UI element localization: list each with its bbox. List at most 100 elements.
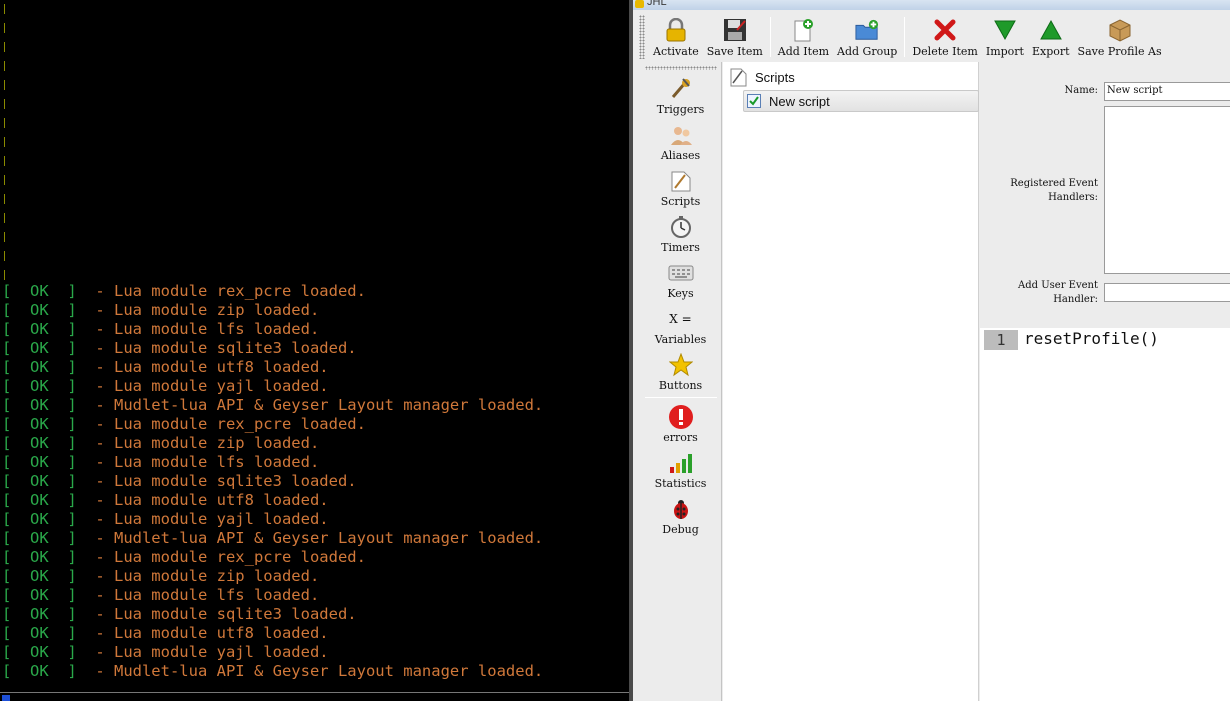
script-name-field[interactable]: New script	[1104, 82, 1230, 101]
save-item-button[interactable]: Save Item	[703, 12, 767, 62]
console-line: [ OK ] - Lua module utf8 loaded.	[2, 491, 543, 510]
ok-status: [ OK ]	[2, 472, 77, 490]
gutter-mark	[4, 137, 5, 147]
console-message: - Lua module rex_pcre loaded.	[76, 548, 366, 566]
sidebar-item-scripts[interactable]: Scripts	[639, 168, 722, 214]
console-line: [ OK ] - Lua module utf8 loaded.	[2, 624, 543, 643]
sidebar-item-buttons[interactable]: Buttons	[639, 352, 722, 398]
console-line: [ OK ] - Lua module yajl loaded.	[2, 510, 543, 529]
sidebar-grip[interactable]	[645, 66, 717, 70]
toolbar-separator	[904, 17, 906, 57]
script-properties: Name: New script Registered Event Handle…	[980, 62, 1230, 328]
ok-status: [ OK ]	[2, 491, 77, 509]
toolbar-grip[interactable]	[639, 15, 645, 59]
import-button[interactable]: Import	[982, 12, 1028, 62]
app-icon	[635, 0, 644, 8]
ok-status: [ OK ]	[2, 567, 77, 585]
sidebar-item-keys[interactable]: Keys	[639, 260, 722, 306]
console-message: - Lua module utf8 loaded.	[76, 624, 329, 642]
script-tree[interactable]: Scripts New script	[723, 62, 979, 701]
gutter-mark	[4, 251, 5, 261]
variables-icon: X =	[669, 312, 692, 326]
editor-toolbar: Activate Save Item Add Item Add Group De…	[639, 12, 1230, 62]
scripts-icon	[729, 67, 749, 87]
console-message: - Lua module sqlite3 loaded.	[76, 472, 357, 490]
sidebar-item-aliases[interactable]: Aliases	[639, 122, 722, 168]
ok-status: [ OK ]	[2, 339, 77, 357]
ok-status: [ OK ]	[2, 586, 77, 604]
console-line: [ OK ] - Lua module zip loaded.	[2, 567, 543, 586]
ok-status: [ OK ]	[2, 643, 77, 661]
error-icon	[668, 404, 694, 430]
gutter-mark	[4, 4, 5, 14]
tree-root-scripts[interactable]: Scripts	[729, 66, 795, 88]
ok-status: [ OK ]	[2, 662, 77, 680]
aliases-icon	[668, 122, 694, 148]
lock-icon	[664, 18, 688, 42]
script-editor-window: JHL Activate Save Item Add Item Add Grou…	[629, 0, 1230, 701]
add-group-button[interactable]: Add Group	[833, 12, 901, 62]
sidebar-separator	[645, 397, 717, 398]
console-message: - Lua module lfs loaded.	[76, 453, 320, 471]
tree-root-label: Scripts	[755, 69, 795, 85]
sidebar-item-debug[interactable]: Debug	[639, 496, 722, 542]
ok-status: [ OK ]	[2, 301, 77, 319]
console-line: [ OK ] - Lua module zip loaded.	[2, 434, 543, 453]
sidebar-item-triggers[interactable]: Triggers	[639, 76, 722, 122]
gutter-mark	[4, 80, 5, 90]
console-output: [ OK ] - Lua module rex_pcre loaded.[ OK…	[2, 282, 543, 681]
star-icon	[668, 352, 694, 378]
down-arrow-icon	[993, 18, 1017, 42]
delete-item-button[interactable]: Delete Item	[908, 12, 982, 62]
export-button[interactable]: Export	[1028, 12, 1074, 62]
console-line: [ OK ] - Lua module sqlite3 loaded.	[2, 472, 543, 491]
gutter-mark	[4, 156, 5, 166]
console-gutter	[0, 0, 8, 285]
keyboard-icon	[668, 260, 694, 286]
ok-status: [ OK ]	[2, 320, 77, 338]
sidebar-item-variables[interactable]: X = Variables	[639, 306, 722, 352]
add-handler-input[interactable]	[1104, 283, 1230, 302]
console-message: - Lua module rex_pcre loaded.	[76, 282, 366, 300]
tree-item-new-script[interactable]: New script	[743, 90, 979, 112]
mud-console[interactable]: [ OK ] - Lua module rex_pcre loaded.[ OK…	[0, 0, 629, 701]
activate-button[interactable]: Activate	[649, 12, 703, 62]
gutter-mark	[4, 118, 5, 128]
command-line-input[interactable]	[0, 692, 629, 701]
console-line: [ OK ] - Lua module yajl loaded.	[2, 643, 543, 662]
gutter-mark	[4, 213, 5, 223]
clock-icon	[668, 214, 694, 240]
sidebar-item-statistics[interactable]: Statistics	[639, 450, 722, 496]
ok-status: [ OK ]	[2, 396, 77, 414]
sidebar-item-errors[interactable]: errors	[639, 404, 722, 450]
name-label: Name:	[1064, 85, 1098, 96]
package-icon	[1108, 18, 1132, 42]
up-arrow-icon	[1039, 18, 1063, 42]
gutter-mark	[4, 42, 5, 52]
floppy-disk-icon	[723, 18, 747, 42]
ok-status: [ OK ]	[2, 453, 77, 471]
console-message: - Lua module yajl loaded.	[76, 377, 329, 395]
sidebar-item-timers[interactable]: Timers	[639, 214, 722, 260]
gutter-mark	[4, 270, 5, 280]
category-sidebar: Triggers Aliases Scripts Timers Keys X =…	[639, 62, 722, 701]
console-message: - Lua module zip loaded.	[76, 301, 320, 319]
window-title: JHL	[647, 0, 667, 8]
ok-status: [ OK ]	[2, 624, 77, 642]
code-editor[interactable]: 1 resetProfile()	[980, 328, 1230, 701]
ok-status: [ OK ]	[2, 358, 77, 376]
input-cursor	[2, 695, 10, 701]
window-titlebar[interactable]: JHL	[633, 0, 1230, 10]
registered-handlers-list[interactable]	[1104, 106, 1230, 274]
add-item-button[interactable]: Add Item	[774, 12, 833, 62]
add-folder-icon	[855, 18, 879, 42]
add-item-icon	[791, 18, 815, 42]
save-profile-as-button[interactable]: Save Profile As	[1074, 12, 1166, 62]
item-active-checkbox[interactable]	[747, 94, 761, 108]
code-line[interactable]: resetProfile()	[1024, 329, 1159, 349]
console-message: - Lua module yajl loaded.	[76, 643, 329, 661]
ok-status: [ OK ]	[2, 282, 77, 300]
console-message: - Lua module lfs loaded.	[76, 320, 320, 338]
gutter-mark	[4, 194, 5, 204]
console-message: - Mudlet-lua API & Geyser Layout manager…	[76, 529, 544, 547]
